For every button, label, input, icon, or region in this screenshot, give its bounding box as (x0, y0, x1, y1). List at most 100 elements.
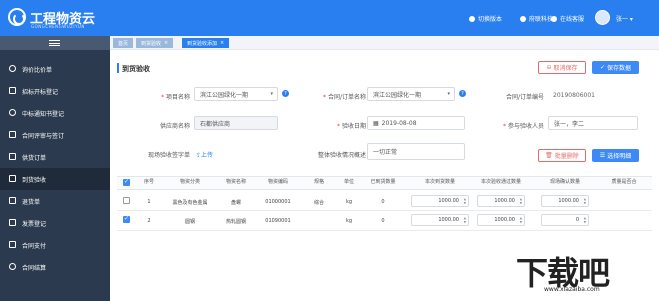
clock-icon (9, 65, 16, 72)
switch-version-button[interactable]: 切换版本 (469, 14, 502, 23)
table-cell: kg (345, 218, 353, 224)
select-detail-button[interactable]: ☰ 选择明细 (592, 149, 639, 162)
sidebar: 询价比价单 招标开标登记 中标通知书登记 合同评审与签订 供货订单 到货验收 退… (0, 36, 110, 301)
cancel-icon: ⊖ (546, 64, 552, 71)
row-checkbox[interactable] (123, 197, 130, 204)
overall-textarea[interactable]: 一切正常 (367, 143, 465, 160)
online-service-button[interactable]: 在线客服 (551, 14, 584, 23)
spinner-icon[interactable]: ▲ ▼ (584, 197, 586, 205)
accepted-input[interactable]: 1000.00 ▲ ▼ (477, 195, 525, 207)
table-cell: 黑色及有色金属 (172, 200, 208, 206)
column-header: 序号 (143, 179, 154, 185)
accepted-input[interactable]: 1000.00 ▲ ▼ (477, 214, 525, 226)
close-icon[interactable]: × (164, 40, 168, 46)
top-bar: 工程物资云 GONGCHENGWUZIYUN 切换版本 府联科技 在线客服 张一… (0, 0, 659, 36)
supplier-label: 供应商名称 (159, 123, 190, 130)
table-cell: 0 (381, 199, 385, 205)
sidebar-item-award-notice[interactable]: 中标通知书登记 (0, 102, 110, 124)
sidebar-item-bidding[interactable]: 招标开标登记 (0, 80, 110, 102)
supplier-field: 石都供应商 (194, 116, 278, 130)
help-icon[interactable]: ? (459, 90, 466, 97)
wallet-icon (9, 241, 16, 248)
column-header: 质量是否合 (611, 179, 637, 185)
sidebar-item-settlement[interactable]: 合同结算 (0, 256, 110, 278)
gear-icon (9, 109, 16, 116)
sidebar-toggle-button[interactable] (0, 36, 110, 50)
contract-select[interactable]: 滨江公园绿化一期 ▾ (367, 87, 455, 101)
calendar-icon (9, 197, 16, 204)
participants-input[interactable]: 张一，李二 (548, 116, 638, 130)
list-icon (9, 175, 16, 182)
participants-label: * 参与验收人员 (502, 123, 544, 130)
tab-home[interactable]: 首页 (113, 38, 134, 48)
row-divider (117, 230, 652, 231)
column-header: 单位 (343, 179, 354, 185)
document-icon (9, 87, 16, 94)
spinner-icon[interactable]: ▲ ▼ (520, 216, 522, 224)
menu-icon (49, 40, 60, 46)
column-header: 物资分类 (179, 179, 200, 185)
column-header: 现场确认数量 (549, 179, 580, 185)
close-icon[interactable]: × (220, 40, 224, 46)
save-data-button[interactable]: ✓ 保存数据 (592, 61, 639, 74)
sidebar-item-arrival-acceptance[interactable]: 到货验收 (0, 168, 110, 190)
table-cell: kg (345, 199, 353, 205)
row-divider (117, 210, 652, 211)
column-header: 物资名称 (225, 179, 246, 185)
column-header: 本次验收通过数量 (480, 179, 521, 185)
this-arrival-input[interactable]: 1000.00 ▲ ▼ (411, 214, 469, 226)
confirmed-input[interactable]: 0 ▲ ▼ (541, 214, 589, 226)
batch-delete-button[interactable]: 🗑 批量删除 (538, 149, 586, 162)
table-cell: 圆钢 (184, 219, 195, 225)
this-arrival-input[interactable]: 1000.00 ▲ ▼ (411, 195, 469, 207)
help-icon[interactable]: ? (282, 90, 289, 97)
tab-arrival-acceptance[interactable]: 到货验收 × (136, 38, 174, 48)
settle-icon (9, 263, 16, 270)
tab-arrival-acceptance-add[interactable]: 到货验收添加 × (182, 38, 230, 48)
sidebar-item-supply-order[interactable]: 供货订单 (0, 146, 110, 168)
contract-no-label: 合同/订单编号 (505, 94, 544, 101)
table-cell: 01090001 (265, 218, 291, 224)
receipt-icon (9, 219, 16, 226)
contract-no-value: 20190806001 (553, 92, 595, 99)
avatar[interactable] (595, 10, 610, 25)
column-header: 物资编码 (267, 179, 288, 185)
project-label: * 项目名称 (160, 94, 190, 101)
list-icon: ☰ (599, 152, 606, 159)
table-cell: 盘螺 (230, 200, 241, 206)
company-button[interactable]: 府联科技 (520, 14, 553, 23)
spinner-icon[interactable]: ▲ ▼ (464, 216, 466, 224)
date-input[interactable]: ▦ 2019-08-08 (367, 116, 465, 130)
spinner-icon[interactable]: ▲ ▼ (520, 197, 522, 205)
logo-icon (8, 8, 26, 26)
column-header: 本次到货数量 (424, 179, 455, 185)
sidebar-item-invoice[interactable]: 发票登记 (0, 212, 110, 234)
row-checkbox[interactable] (123, 215, 130, 223)
sidebar-item-inquiry[interactable]: 询价比价单 (0, 58, 110, 80)
chevron-down-icon: ▾ (270, 91, 273, 97)
table-cell: 0 (381, 218, 385, 224)
watermark-logo: 下载吧 www.xiazaiba.com (516, 248, 656, 294)
select-all-checkbox[interactable] (123, 178, 130, 186)
project-select[interactable]: 滨江公园绿化一期 ▾ (194, 87, 278, 101)
watermark-url: www.xiazaiba.com (544, 286, 600, 293)
tab-bar: 首页 到货验收 × 到货验收添加 × (110, 36, 659, 50)
calendar-icon: ▦ (373, 119, 379, 127)
user-menu[interactable]: 张一 ▾ (616, 14, 633, 23)
spinner-icon[interactable]: ▲ ▼ (584, 216, 586, 224)
table-cell: 综合 (313, 200, 324, 206)
photo-label: 现场验收签字单 (147, 152, 190, 159)
column-header: 规格 (313, 179, 324, 185)
sidebar-item-contract-payment[interactable]: 合同支付 (0, 234, 110, 256)
cart-icon (9, 153, 16, 160)
sidebar-item-contract-review[interactable]: 合同评审与签订 (0, 124, 110, 146)
upload-link[interactable]: ⇪上传 (196, 150, 213, 159)
sidebar-item-return[interactable]: 退货单 (0, 190, 110, 212)
spinner-icon[interactable]: ▲ ▼ (464, 197, 466, 205)
date-label: * 验收日期 (336, 123, 366, 130)
cancel-save-button[interactable]: ⊖ 取消保存 (538, 61, 586, 74)
confirmed-input[interactable]: 1000.00 ▲ ▼ (541, 195, 589, 207)
page-title: 到货验收 (122, 65, 150, 73)
title-accent (117, 63, 119, 73)
chevron-down-icon: ▾ (447, 91, 450, 97)
